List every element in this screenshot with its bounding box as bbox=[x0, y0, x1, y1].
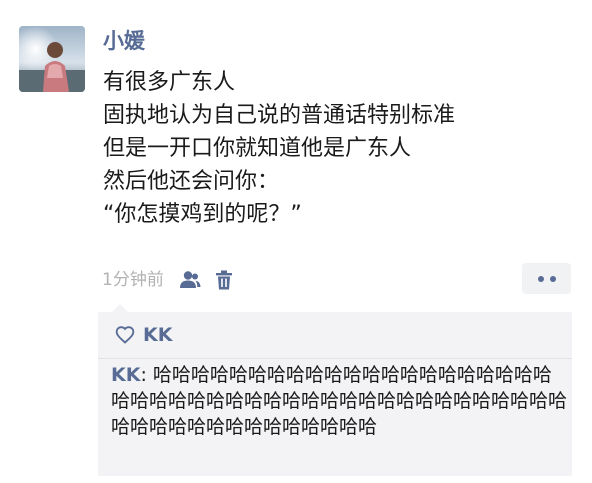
more-button[interactable] bbox=[522, 263, 571, 294]
likes-row: KK bbox=[115, 320, 172, 350]
heart-icon bbox=[115, 325, 135, 345]
post-text-line: 固执地认为自己说的普通话特别标准 bbox=[103, 103, 456, 128]
post-author-name[interactable]: 小媛 bbox=[103, 26, 145, 56]
post-meta: 1分钟前 bbox=[102, 265, 236, 295]
comment-item[interactable]: KK: 哈哈哈哈哈哈哈哈哈哈哈哈哈哈哈哈哈哈哈哈哈哈哈哈哈哈哈哈哈哈哈哈哈哈哈哈… bbox=[111, 362, 569, 440]
trash-icon[interactable] bbox=[212, 268, 236, 292]
divider bbox=[98, 358, 572, 359]
likes-comments-panel: KK KK: 哈哈哈哈哈哈哈哈哈哈哈哈哈哈哈哈哈哈哈哈哈哈哈哈哈哈哈哈哈哈哈哈哈… bbox=[98, 304, 572, 476]
liker-name[interactable]: KK bbox=[143, 324, 172, 346]
post-text-line: 然后他还会问你： bbox=[103, 169, 280, 194]
post-text-line: “你怎摸鸡到的呢？” bbox=[103, 202, 302, 227]
people-icon[interactable] bbox=[178, 268, 202, 292]
comment-text: 哈哈哈哈哈哈哈哈哈哈哈哈哈哈哈哈哈哈哈哈哈哈哈哈哈哈哈哈哈哈哈哈哈哈哈哈哈哈哈哈… bbox=[111, 364, 568, 438]
post-text-line: 但是一开口你就知道他是广东人 bbox=[103, 136, 412, 161]
avatar[interactable] bbox=[19, 26, 85, 92]
more-dots-icon bbox=[537, 275, 544, 282]
post-timestamp: 1分钟前 bbox=[102, 270, 164, 290]
comment-separator: : bbox=[140, 364, 153, 386]
comment-author[interactable]: KK bbox=[111, 364, 140, 386]
post-text-line: 有很多广东人 bbox=[103, 70, 236, 95]
post-content: 有很多广东人 固执地认为自己说的普通话特别标准 但是一开口你就知道他是广东人 然… bbox=[103, 66, 573, 231]
more-dots-icon bbox=[549, 275, 556, 282]
